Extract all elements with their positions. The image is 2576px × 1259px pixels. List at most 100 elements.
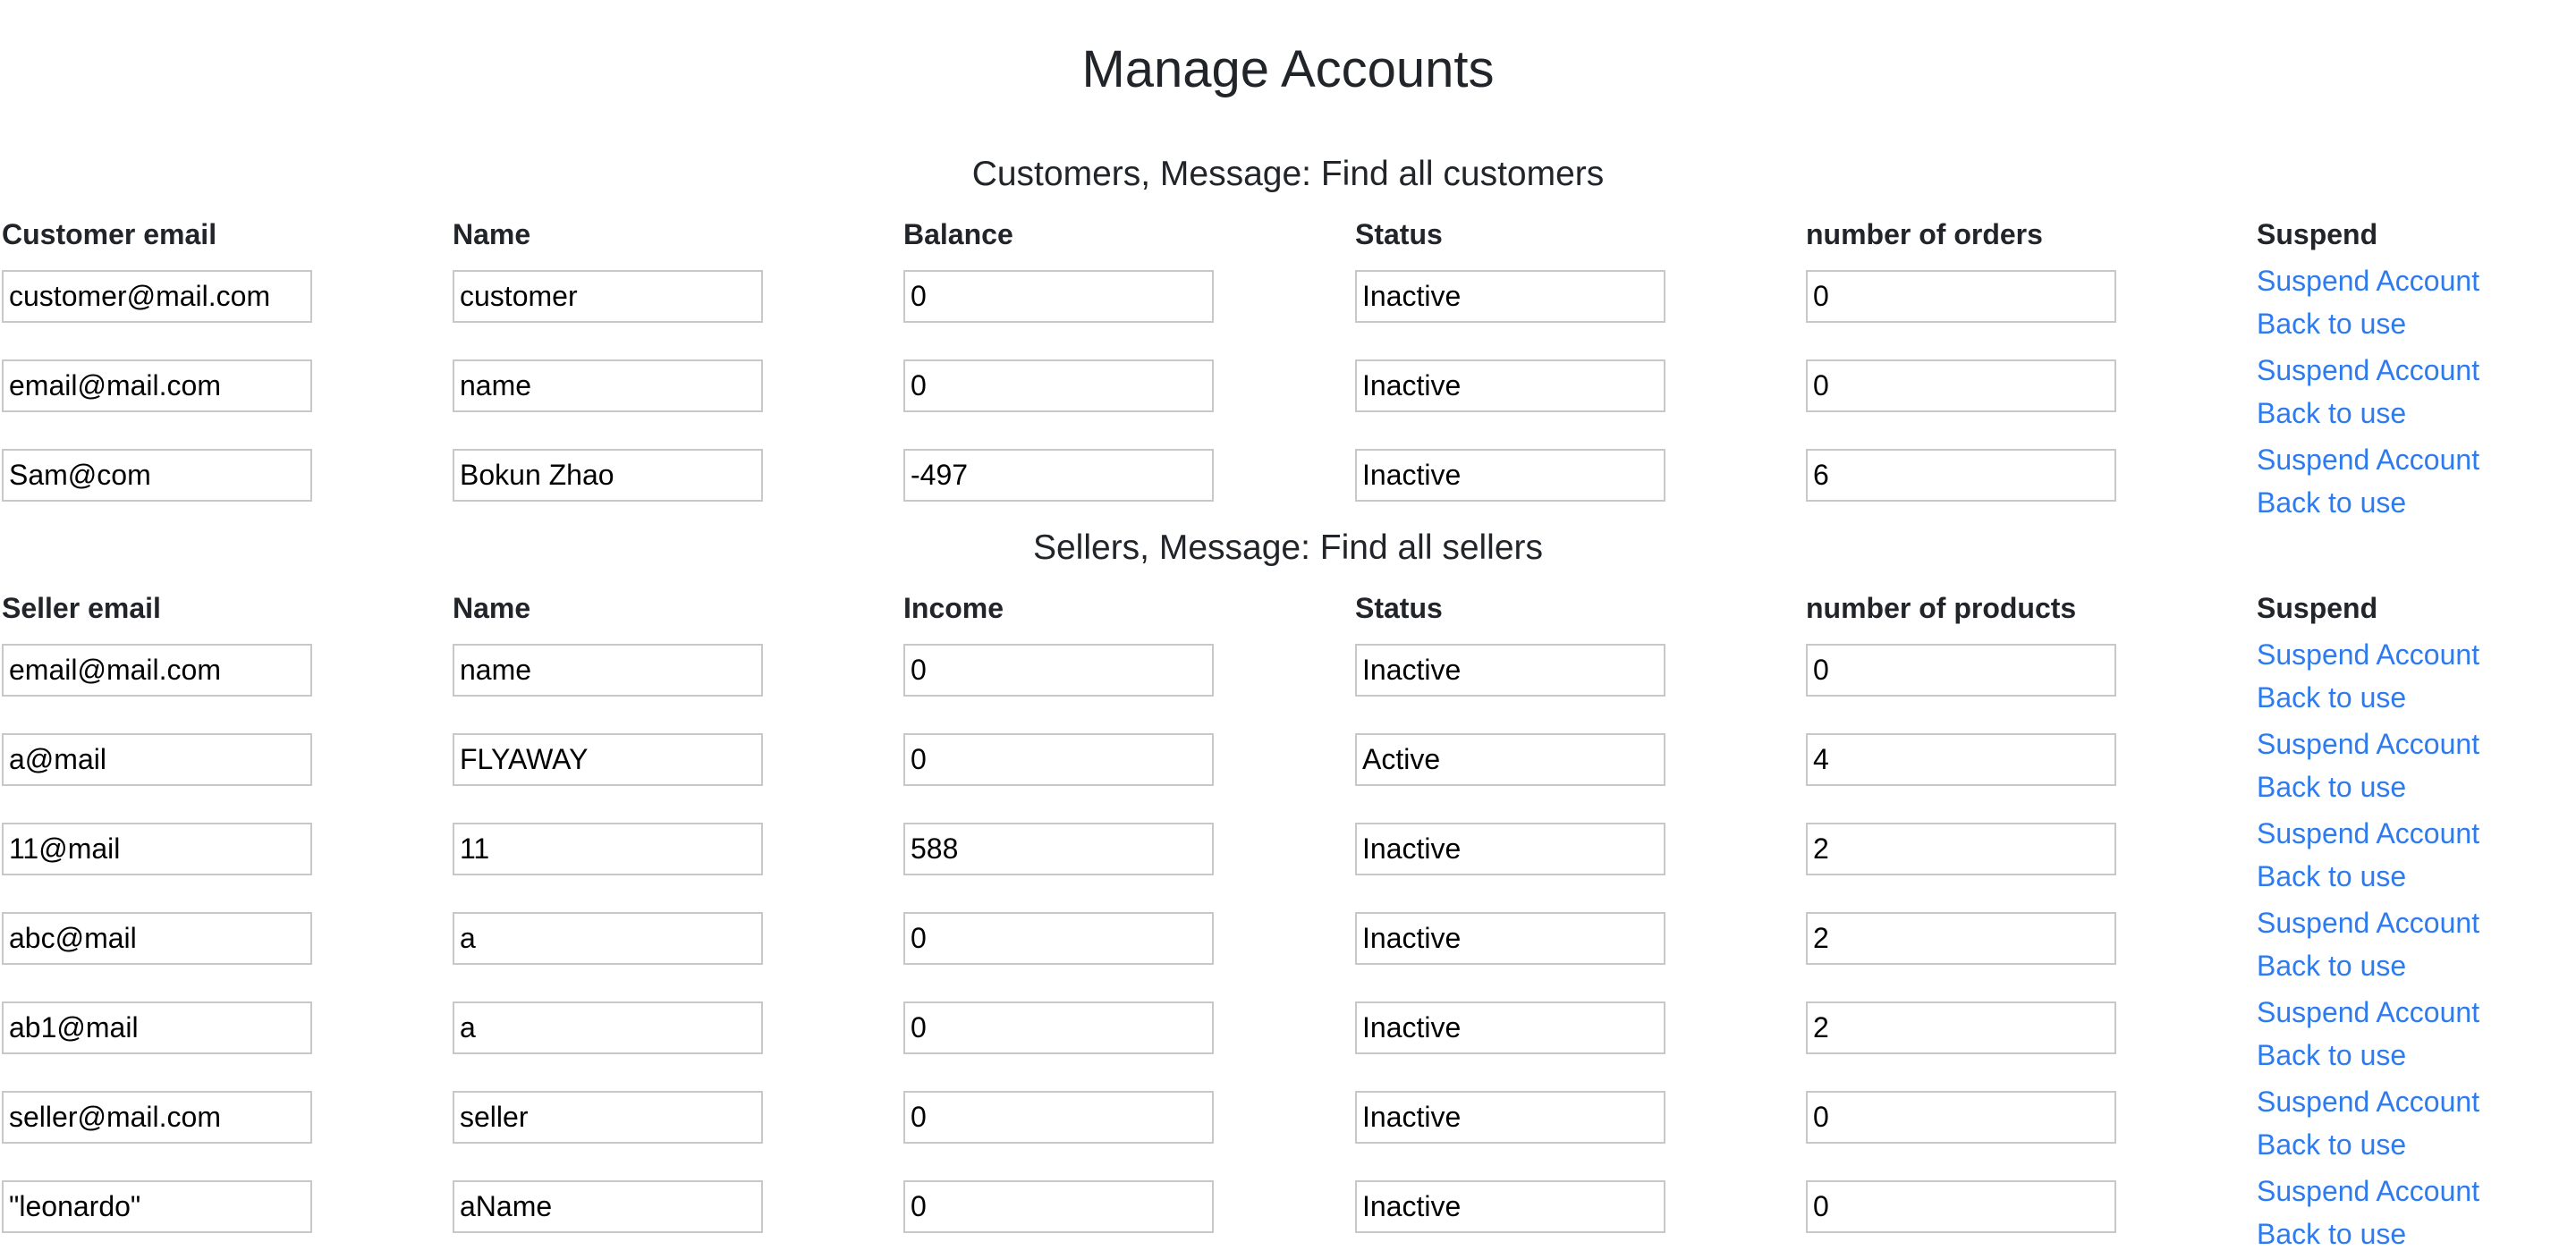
income-field[interactable] — [903, 823, 1214, 875]
customers-table: Customer email Name Balance Status numbe… — [0, 215, 2576, 528]
suspend-account-link[interactable]: Suspend Account — [2257, 633, 2479, 676]
col-header-status: Status — [1355, 218, 1443, 250]
table-cell — [2, 812, 312, 875]
suspend-actions: Suspend Account Back to use — [2257, 259, 2479, 345]
income-field[interactable] — [903, 1180, 1214, 1233]
name-field[interactable] — [453, 1001, 763, 1054]
back-to-use-link[interactable]: Back to use — [2257, 302, 2479, 345]
status-field[interactable] — [1355, 1091, 1665, 1144]
suspend-account-link[interactable]: Suspend Account — [2257, 812, 2479, 855]
table-cell — [1806, 1080, 2116, 1144]
col-header-name: Name — [453, 218, 531, 250]
suspend-account-link[interactable]: Suspend Account — [2257, 991, 2479, 1034]
name-field[interactable] — [453, 733, 763, 786]
products-count-field[interactable] — [1806, 1180, 2116, 1233]
back-to-use-link[interactable]: Back to use — [2257, 1213, 2479, 1255]
products-count-field[interactable] — [1806, 644, 2116, 697]
table-cell — [453, 259, 763, 323]
name-field[interactable] — [453, 823, 763, 875]
table-cell — [1355, 901, 1665, 965]
col-header-name: Name — [453, 592, 531, 624]
name-field[interactable] — [453, 449, 763, 502]
email-field[interactable] — [2, 823, 312, 875]
email-field[interactable] — [2, 912, 312, 965]
name-field[interactable] — [453, 644, 763, 697]
back-to-use-link[interactable]: Back to use — [2257, 765, 2479, 808]
table-cell — [453, 991, 763, 1054]
back-to-use-link[interactable]: Back to use — [2257, 1034, 2479, 1077]
col-header-suspend: Suspend — [2257, 218, 2378, 250]
name-field[interactable] — [453, 1180, 763, 1233]
table-cell — [1806, 438, 2116, 502]
balance-field[interactable] — [903, 359, 1214, 412]
back-to-use-link[interactable]: Back to use — [2257, 1123, 2479, 1166]
table-cell — [453, 722, 763, 786]
income-field[interactable] — [903, 644, 1214, 697]
status-field[interactable] — [1355, 644, 1665, 697]
suspend-account-link[interactable]: Suspend Account — [2257, 1170, 2479, 1213]
back-to-use-link[interactable]: Back to use — [2257, 392, 2479, 435]
table-cell — [1355, 1080, 1665, 1144]
table-row: Suspend AccountBack to use — [0, 438, 2576, 528]
email-field[interactable] — [2, 1180, 312, 1233]
back-to-use-link[interactable]: Back to use — [2257, 676, 2479, 719]
status-field[interactable] — [1355, 449, 1665, 502]
orders-count-field[interactable] — [1806, 449, 2116, 502]
status-field[interactable] — [1355, 359, 1665, 412]
suspend-account-link[interactable]: Suspend Account — [2257, 438, 2479, 481]
products-count-field[interactable] — [1806, 823, 2116, 875]
email-field[interactable] — [2, 359, 312, 412]
status-field[interactable] — [1355, 1001, 1665, 1054]
income-field[interactable] — [903, 733, 1214, 786]
status-field[interactable] — [1355, 1180, 1665, 1233]
email-field[interactable] — [2, 270, 312, 323]
back-to-use-link[interactable]: Back to use — [2257, 944, 2479, 987]
sellers-header-row: Seller email Name Income Status number o… — [0, 588, 2576, 633]
suspend-account-link[interactable]: Suspend Account — [2257, 349, 2479, 392]
products-count-field[interactable] — [1806, 1001, 2116, 1054]
suspend-account-link[interactable]: Suspend Account — [2257, 1080, 2479, 1123]
name-field[interactable] — [453, 270, 763, 323]
name-field[interactable] — [453, 912, 763, 965]
back-to-use-link[interactable]: Back to use — [2257, 855, 2479, 898]
products-count-field[interactable] — [1806, 733, 2116, 786]
back-to-use-link[interactable]: Back to use — [2257, 481, 2479, 524]
suspend-account-link[interactable]: Suspend Account — [2257, 259, 2479, 302]
name-field[interactable] — [453, 1091, 763, 1144]
customers-header-row: Customer email Name Balance Status numbe… — [0, 215, 2576, 259]
customers-heading: Customers, Message: Find all customers — [971, 155, 1605, 193]
products-count-field[interactable] — [1806, 912, 2116, 965]
email-field[interactable] — [2, 644, 312, 697]
products-count-field[interactable] — [1806, 1091, 2116, 1144]
balance-field[interactable] — [903, 270, 1214, 323]
table-cell — [453, 1170, 763, 1233]
name-field[interactable] — [453, 359, 763, 412]
col-header-seller-email: Seller email — [2, 592, 161, 624]
table-cell — [2, 1170, 312, 1233]
status-field[interactable] — [1355, 912, 1665, 965]
table-cell — [1806, 1170, 2116, 1233]
suspend-account-link[interactable]: Suspend Account — [2257, 901, 2479, 944]
table-cell — [903, 812, 1214, 875]
table-cell — [453, 349, 763, 412]
income-field[interactable] — [903, 1091, 1214, 1144]
suspend-account-link[interactable]: Suspend Account — [2257, 722, 2479, 765]
table-cell — [2, 722, 312, 786]
email-field[interactable] — [2, 1001, 312, 1054]
email-field[interactable] — [2, 1091, 312, 1144]
status-field[interactable] — [1355, 823, 1665, 875]
table-cell — [1806, 259, 2116, 323]
status-field[interactable] — [1355, 733, 1665, 786]
table-cell — [2, 349, 312, 412]
income-field[interactable] — [903, 1001, 1214, 1054]
email-field[interactable] — [2, 733, 312, 786]
orders-count-field[interactable] — [1806, 270, 2116, 323]
income-field[interactable] — [903, 912, 1214, 965]
table-cell — [903, 438, 1214, 502]
email-field[interactable] — [2, 449, 312, 502]
orders-count-field[interactable] — [1806, 359, 2116, 412]
table-cell — [2, 259, 312, 323]
balance-field[interactable] — [903, 449, 1214, 502]
table-cell — [2, 438, 312, 502]
status-field[interactable] — [1355, 270, 1665, 323]
